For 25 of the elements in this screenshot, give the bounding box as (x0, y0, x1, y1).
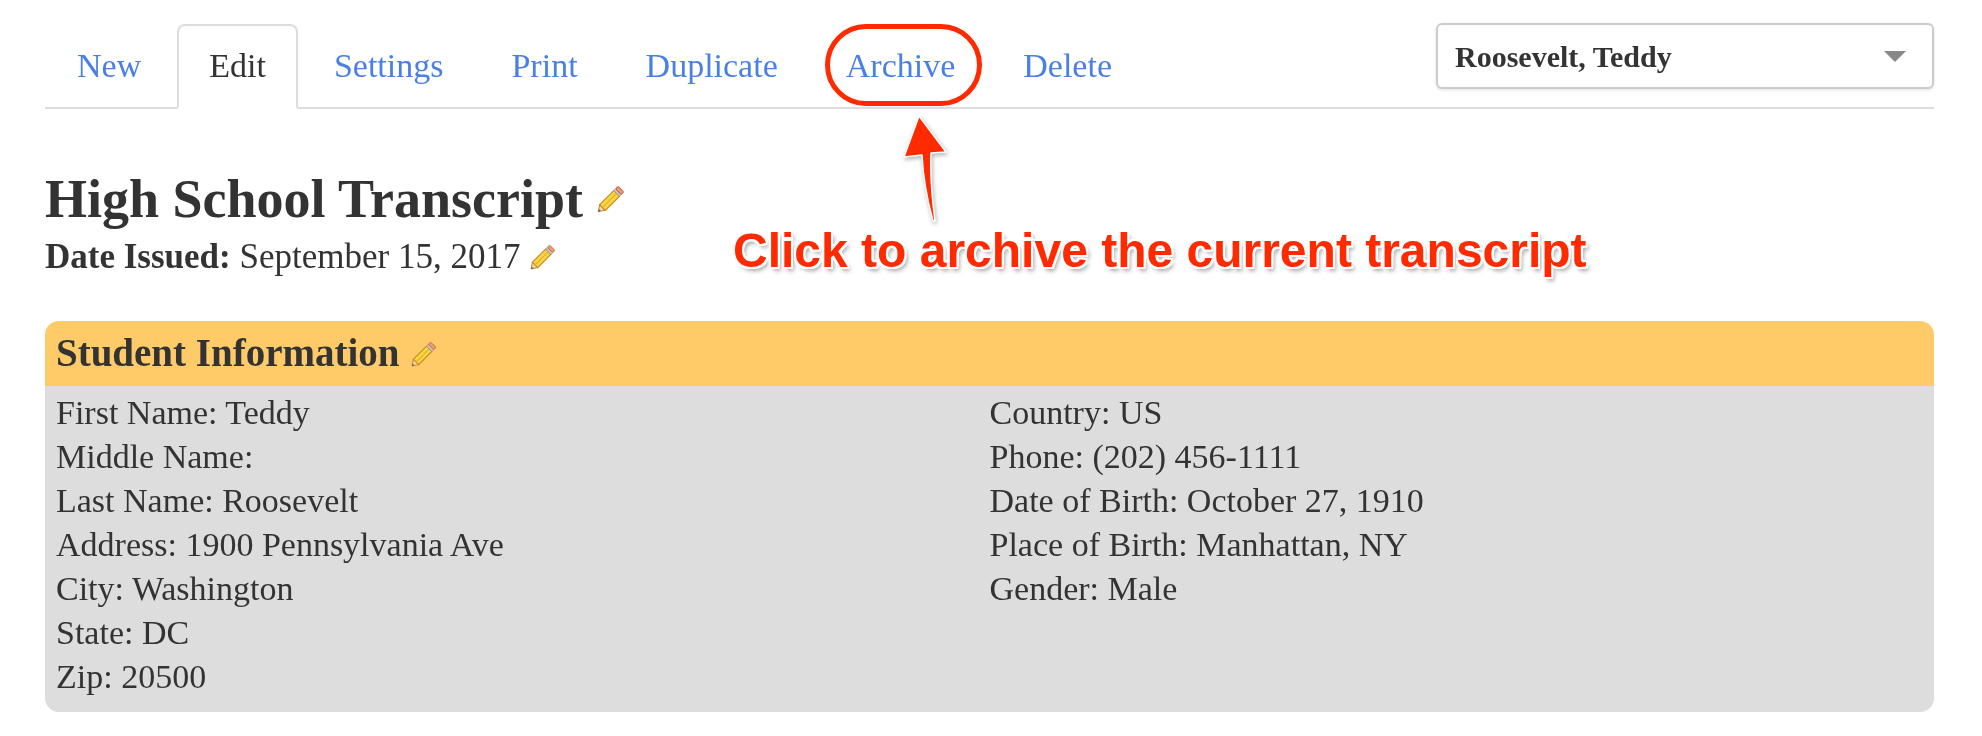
tab[interactable]: Duplicate (613, 24, 810, 109)
info-field: Address: 1900 Pennsylvania Ave (56, 523, 504, 568)
info-field: Date of Birth: October 27, 1910 (989, 479, 1424, 524)
info-field: Place of Birth: Manhattan, NY (989, 523, 1408, 568)
info-field: Middle Name: (56, 435, 254, 480)
info-field: Gender: Male (989, 567, 1178, 612)
panel-title: Student Information (56, 332, 400, 375)
info-field: City: Washington (56, 567, 294, 612)
tab[interactable]: Print (479, 24, 610, 109)
caret-icon (1884, 50, 1906, 62)
info-field: Zip: 20500 (56, 655, 207, 700)
info-field: Phone: (202) 456-1111 (989, 435, 1302, 480)
student-dropdown[interactable]: Roosevelt, Teddy (1436, 23, 1934, 89)
date-issued: Date Issued: September 15, 2017 (45, 236, 521, 278)
info-field: State: DC (56, 611, 190, 656)
tab[interactable]: Settings (301, 24, 476, 109)
tab[interactable]: New (45, 24, 174, 109)
tab[interactable]: Archive (813, 24, 988, 109)
info-field: First Name: Teddy (56, 391, 310, 436)
info-field: Last Name: Roosevelt (56, 479, 359, 524)
tab[interactable]: Delete (991, 24, 1144, 109)
page-title: High School Transcript (45, 168, 584, 231)
tab[interactable]: Edit (177, 24, 298, 109)
callout-text: Click to archive the current transcript (733, 227, 1587, 275)
info-field: Country: US (989, 391, 1163, 436)
